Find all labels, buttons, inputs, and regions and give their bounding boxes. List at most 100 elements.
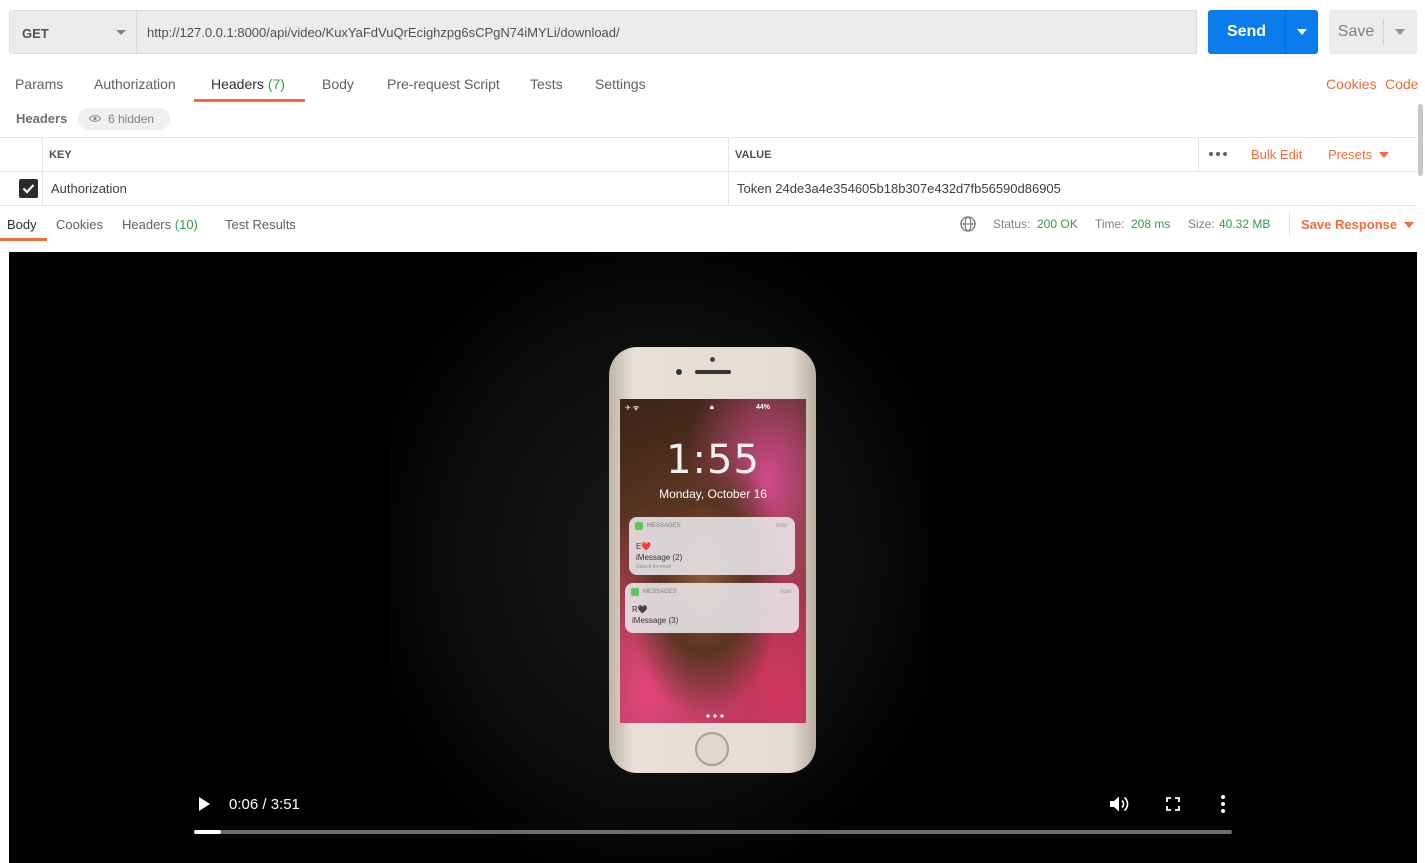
headers-subbar: Headers 6 hidden [0, 108, 1425, 130]
save-button-group: Save [1329, 10, 1417, 54]
page-dots [706, 714, 724, 718]
header-key-cell[interactable]: Authorization [51, 181, 127, 196]
response-tab-test-results[interactable]: Test Results [225, 217, 296, 232]
chevron-down-icon [116, 30, 126, 35]
send-button-group: Send [1208, 10, 1318, 54]
size-label: Size: [1188, 217, 1215, 231]
row-divider [0, 171, 1417, 172]
status-value: 200 OK [1037, 217, 1078, 231]
save-button[interactable]: Save [1329, 10, 1383, 54]
send-button[interactable]: Send [1208, 10, 1285, 54]
video-player[interactable]: ✈ ᯤ 🔒︎ 44% 1:55 Monday, October 16 MESSA… [9, 252, 1417, 863]
notification-app: MESSAGES [647, 523, 681, 529]
phone-home-button [695, 732, 729, 766]
chevron-down-icon [1379, 152, 1390, 158]
scrollbar-thumb[interactable] [1418, 104, 1423, 176]
method-select[interactable]: GET [9, 10, 137, 54]
tab-authorization[interactable]: Authorization [94, 76, 176, 92]
active-response-tab-indicator [0, 238, 47, 241]
checkmark-icon [22, 184, 35, 194]
phone-camera [676, 369, 682, 375]
notification-sender: E❤️ [636, 542, 652, 551]
phone-screen: ✈ ᯤ 🔒︎ 44% 1:55 Monday, October 16 MESSA… [620, 399, 806, 723]
notification-card: MESSAGES now R🖤 iMessage (3) [625, 583, 799, 633]
video-progress-fill [194, 830, 221, 834]
hidden-headers-label: 6 hidden [108, 112, 155, 126]
divider [1289, 212, 1290, 236]
time-value: 208 ms [1131, 217, 1171, 231]
tab-body[interactable]: Body [322, 76, 354, 92]
size-value: 40.32 MB [1219, 217, 1271, 231]
hidden-headers-toggle[interactable]: 6 hidden [78, 108, 170, 130]
request-tabs: Params Authorization Headers (7) Body Pr… [0, 66, 1425, 102]
video-time: 0:06 / 3:51 [229, 796, 300, 813]
notification-body: iMessage (2) [636, 553, 683, 562]
send-dropdown-button[interactable] [1286, 10, 1318, 54]
video-controls: 0:06 / 3:51 [194, 787, 1232, 847]
notification-body: iMessage (3) [632, 616, 679, 625]
response-tab-body[interactable]: Body [7, 217, 37, 232]
url-input[interactable]: http://127.0.0.1:8000/api/video/KuxYaFdV… [137, 10, 1197, 54]
time-label: Time: [1095, 217, 1125, 231]
save-dropdown-button[interactable] [1384, 10, 1417, 54]
response-tab-cookies[interactable]: Cookies [56, 217, 103, 232]
bulk-edit-link[interactable]: Bulk Edit [1251, 147, 1302, 162]
tab-prerequest-script[interactable]: Pre-request Script [387, 76, 500, 92]
chevron-down-icon[interactable] [1404, 222, 1414, 228]
video-progress-bar[interactable] [194, 830, 1232, 834]
tab-headers-count: (7) [267, 76, 285, 92]
presets-dropdown[interactable]: Presets [1328, 147, 1390, 162]
eye-icon [89, 115, 101, 122]
airplane-icon: ✈ ᯤ [625, 405, 640, 412]
headers-table: KEY VALUE Bulk Edit Presets Authorizatio… [0, 137, 1417, 206]
lockscreen-clock: 1:55 [666, 437, 760, 483]
headers-section-title: Headers [16, 111, 68, 126]
response-tab-headers-label: Headers [122, 217, 172, 232]
column-divider [42, 138, 43, 206]
notification-hint: Unlock for more [636, 564, 672, 570]
active-tab-indicator [194, 99, 305, 102]
cookies-link[interactable]: Cookies [1326, 76, 1377, 92]
phone-sensor [710, 357, 715, 362]
globe-icon[interactable] [959, 215, 977, 233]
chevron-down-icon [1395, 29, 1405, 35]
column-divider [1198, 138, 1199, 171]
header-value-cell[interactable]: Token 24de3a4e354605b18b307e432d7fb56590… [737, 181, 1061, 196]
method-label: GET [22, 26, 49, 41]
tab-settings[interactable]: Settings [595, 76, 646, 92]
notification-time: now [779, 589, 791, 595]
fullscreen-icon[interactable] [1166, 797, 1180, 811]
code-link[interactable]: Code [1385, 76, 1418, 92]
lock-icon: 🔒︎ [710, 404, 714, 411]
tab-headers[interactable]: Headers (7) [211, 76, 285, 92]
messages-icon [635, 522, 643, 530]
lockscreen-date: Monday, October 16 [659, 487, 767, 501]
notification-card: MESSAGES now E❤️ iMessage (2) Unlock for… [629, 517, 795, 575]
more-vertical-icon[interactable] [1221, 795, 1225, 813]
header-enabled-checkbox[interactable] [19, 179, 38, 198]
response-tab-headers[interactable]: Headers (10) [122, 217, 198, 232]
battery-indicator: 44% [756, 404, 771, 411]
tab-params[interactable]: Params [15, 76, 63, 92]
volume-icon[interactable] [1109, 795, 1131, 813]
save-response-button[interactable]: Save Response [1301, 217, 1397, 232]
response-tab-headers-count: (10) [174, 217, 198, 232]
phone-earpiece [695, 370, 731, 374]
request-url-bar: GET http://127.0.0.1:8000/api/video/KuxY… [9, 10, 1417, 54]
column-header-value: VALUE [735, 149, 772, 161]
more-options-icon[interactable] [1208, 144, 1230, 164]
tab-headers-label: Headers [211, 76, 264, 92]
phone-image: ✈ ᯤ 🔒︎ 44% 1:55 Monday, October 16 MESSA… [609, 347, 816, 773]
play-icon[interactable] [199, 797, 210, 811]
column-header-key: KEY [49, 149, 72, 161]
messages-icon [631, 588, 639, 596]
response-bar: Body Cookies Headers (10) Test Results S… [0, 206, 1425, 244]
notification-sender: R🖤 [632, 605, 648, 614]
column-divider [728, 138, 729, 206]
notification-app: MESSAGES [643, 589, 677, 595]
notification-time: now [775, 523, 787, 529]
status-label: Status: [993, 217, 1031, 231]
tab-tests[interactable]: Tests [530, 76, 563, 92]
presets-label: Presets [1328, 147, 1373, 162]
chevron-down-icon [1297, 29, 1307, 35]
